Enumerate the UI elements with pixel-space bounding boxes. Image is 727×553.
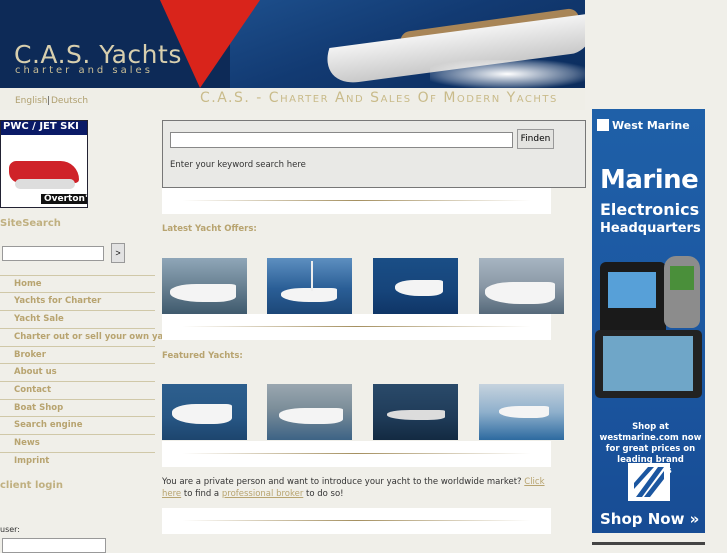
professional-broker-link[interactable]: professional broker <box>222 489 303 499</box>
header-spray <box>430 60 585 88</box>
section-divider <box>162 188 551 214</box>
keyword-search-hint: Enter your keyword search here <box>170 160 306 170</box>
latest-yacht-thumb-1[interactable] <box>162 258 247 314</box>
pwc-banner-brand: Overton's <box>41 194 87 204</box>
featured-yacht-thumb-3[interactable] <box>373 384 458 440</box>
nav-item-home[interactable]: Home <box>0 275 155 292</box>
language-english-link[interactable]: English <box>15 96 48 106</box>
pwc-jet-ski-banner[interactable]: PWC / JET SKI Overton's <box>0 120 88 208</box>
west-marine-stripe-logo <box>628 463 670 501</box>
nav-item-label: Search engine <box>14 420 83 430</box>
nav-item-label: About us <box>14 367 57 377</box>
user-label: user: <box>0 525 21 534</box>
client-login-title: client login <box>0 480 63 491</box>
sitesearch-input[interactable] <box>2 246 104 261</box>
ad-headline-3: Headquarters <box>600 221 701 236</box>
featured-yacht-thumb-1[interactable] <box>162 384 247 440</box>
sitesearch-title: SiteSearch <box>0 218 61 229</box>
nav-item-label: Broker <box>14 350 46 360</box>
yacht-shape <box>172 404 232 424</box>
yacht-shape <box>170 284 236 302</box>
nav-item-yacht-sale[interactable]: Yacht Sale <box>0 310 155 327</box>
section-divider <box>162 441 551 467</box>
yacht-shape <box>499 406 549 418</box>
yacht-shape <box>279 408 343 424</box>
yacht-shape <box>281 288 337 302</box>
promo-text-part: to do so! <box>306 489 344 499</box>
fishfinder-screen <box>608 272 656 308</box>
latest-yacht-thumb-2[interactable] <box>267 258 352 314</box>
yacht-shape <box>485 282 555 304</box>
featured-yacht-thumb-2[interactable] <box>267 384 352 440</box>
latest-yacht-thumb-3[interactable] <box>373 258 458 314</box>
nav-item-about-us[interactable]: About us <box>0 363 155 380</box>
nav-item-charter-out-or-sell[interactable]: Charter out or sell your own yacht <box>0 328 178 345</box>
nav-item-label: Imprint <box>14 456 50 466</box>
ad-brand: West Marine <box>612 119 690 132</box>
keyword-search-input[interactable] <box>170 132 513 148</box>
nav-item-broker[interactable]: Broker <box>0 346 155 363</box>
promo-text-part: to find a <box>183 489 220 499</box>
nav-item-imprint[interactable]: Imprint <box>0 452 155 469</box>
featured-yacht-thumb-4[interactable] <box>479 384 564 440</box>
latest-offers-title: Latest Yacht Offers: <box>162 224 257 234</box>
section-divider <box>162 508 551 534</box>
sitesearch-button[interactable]: > <box>111 243 125 263</box>
latest-yacht-thumb-4[interactable] <box>479 258 564 314</box>
logo-subtitle: charter and sales <box>15 65 153 76</box>
shop-now-button[interactable]: Shop Now » <box>600 510 699 528</box>
user-input[interactable] <box>2 538 106 553</box>
ad-headline-1: Marine <box>600 165 699 195</box>
nav-item-label: Charter out or sell your own yacht <box>14 332 179 342</box>
language-german-link[interactable]: Deutsch <box>51 96 88 106</box>
promo-text-part: You are a private person and want to int… <box>162 477 522 487</box>
stripe-logo-icon <box>634 467 664 497</box>
nav-item-label: Home <box>14 279 42 289</box>
nav-item-news[interactable]: News <box>0 434 155 451</box>
chartplotter-screen <box>603 336 693 391</box>
nav-item-label: Boat Shop <box>14 403 64 413</box>
nav-item-boat-shop[interactable]: Boat Shop <box>0 399 155 416</box>
pwc-banner-title: PWC / JET SKI <box>1 121 87 135</box>
featured-yachts-title: Featured Yachts: <box>162 351 243 361</box>
nav-item-search-engine[interactable]: Search engine <box>0 416 155 433</box>
language-separator: | <box>47 96 51 106</box>
nav-item-contact[interactable]: Contact <box>0 381 155 398</box>
section-divider <box>162 314 551 340</box>
nav-item-label: Yacht Sale <box>14 314 64 324</box>
yacht-shape <box>387 410 445 420</box>
ad-headline-2: Electronics <box>600 200 700 219</box>
jet-ski-base <box>15 179 75 189</box>
broker-promo-text: You are a private person and want to int… <box>162 476 562 500</box>
yacht-mast <box>311 261 313 291</box>
nav-item-yachts-for-charter[interactable]: Yachts for Charter <box>0 292 155 309</box>
nav-item-label: Yachts for Charter <box>14 296 102 306</box>
site-tagline: C.A.S. - Charter And Sales Of Modern Yac… <box>200 90 558 106</box>
west-marine-logo-icon <box>597 119 609 131</box>
yacht-shape <box>395 280 443 296</box>
handheld-gps-screen <box>670 266 694 290</box>
nav-item-label: Contact <box>14 385 52 395</box>
finden-button[interactable]: Finden <box>517 129 554 149</box>
nav-item-label: News <box>14 438 40 448</box>
